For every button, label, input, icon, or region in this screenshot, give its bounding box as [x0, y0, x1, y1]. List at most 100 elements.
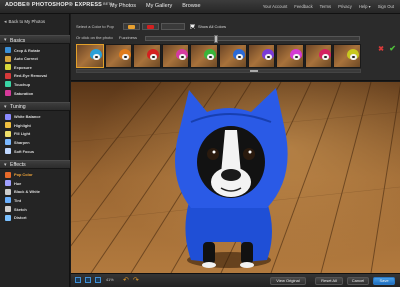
- account-links: Your Account Feedback Terms Privacy Help…: [263, 4, 394, 9]
- tool-icon: [5, 180, 11, 187]
- tool-label: Fill Light: [14, 131, 31, 137]
- tool-icon: [5, 188, 11, 195]
- tool-pop-color[interactable]: Pop Color: [5, 171, 67, 179]
- click-photo-prompt: Or click on the photo: [76, 35, 113, 40]
- color-variation-thumbnail[interactable]: [276, 44, 304, 68]
- color-variation-thumbnail[interactable]: [161, 44, 190, 68]
- save-button[interactable]: Save: [373, 277, 395, 285]
- tool-distort[interactable]: Distort: [5, 214, 67, 222]
- tool-tint[interactable]: Tint: [5, 196, 67, 204]
- nav-my-photos[interactable]: My Photos: [110, 3, 136, 9]
- color-variation-thumbnail[interactable]: [133, 44, 161, 68]
- tool-icon: [5, 206, 11, 212]
- section-title: Tuning: [10, 104, 26, 111]
- app-logo[interactable]: ADOBE® PHOTOSHOP® EXPRESSBETA: [5, 2, 113, 8]
- link-privacy[interactable]: Privacy: [338, 4, 352, 9]
- link-help[interactable]: Help ▾: [359, 4, 371, 9]
- color-variation-thumbnail[interactable]: [247, 44, 276, 68]
- zoom-in-icon[interactable]: [95, 277, 101, 283]
- tool-label: Saturation: [14, 90, 34, 96]
- tool-label: Sharpen: [14, 140, 30, 146]
- dog-photo: [71, 82, 400, 273]
- fuzziness-slider-thumb[interactable]: [213, 35, 218, 43]
- tool-icon: [5, 214, 11, 221]
- section-tuning[interactable]: ▾ Tuning: [0, 101, 70, 111]
- reset-all-button[interactable]: Reset All: [315, 277, 343, 285]
- color-variation-thumbnail[interactable]: [333, 44, 361, 68]
- tool-icon: [5, 64, 11, 71]
- redo-icon[interactable]: ↷: [133, 276, 139, 284]
- color-swatch-red[interactable]: [142, 23, 159, 30]
- color-variation-thumbnail[interactable]: [218, 44, 247, 68]
- tool-icon: [5, 130, 11, 137]
- tool-highlight[interactable]: Highlight: [5, 121, 67, 129]
- thumbnail-scrollbar[interactable]: [76, 69, 361, 73]
- tool-label: Hue: [14, 180, 22, 186]
- tool-sketch[interactable]: Sketch: [5, 205, 67, 213]
- tool-exposure[interactable]: Exposure: [5, 63, 67, 71]
- link-terms[interactable]: Terms: [320, 4, 331, 9]
- back-to-photos-link[interactable]: ◂ Back to My Photos: [4, 19, 45, 25]
- thumbnail-scrollbar-thumb[interactable]: [250, 70, 259, 72]
- apply-effect-icon[interactable]: ✔: [389, 44, 396, 53]
- tool-label: Red-Eye Removal: [14, 73, 47, 79]
- cancel-button[interactable]: Cancel: [347, 277, 369, 285]
- tool-red-eye-removal[interactable]: Red-Eye Removal: [5, 72, 67, 80]
- fuzziness-slider[interactable]: [145, 35, 360, 43]
- color-variation-thumbnail[interactable]: [104, 44, 133, 68]
- tool-icon: [5, 47, 11, 53]
- tool-auto-correct[interactable]: Auto Correct: [5, 55, 67, 63]
- nose-preview: [295, 56, 299, 58]
- color-swatch-orange[interactable]: [123, 23, 140, 30]
- nose-preview: [123, 56, 127, 58]
- tool-hue[interactable]: Hue: [5, 179, 67, 187]
- section-title: Basics: [10, 37, 26, 44]
- tool-white-balance[interactable]: White Balance: [5, 113, 67, 121]
- nav-my-gallery[interactable]: My Gallery: [146, 3, 172, 9]
- link-feedback[interactable]: Feedback: [294, 4, 312, 9]
- cancel-effect-icon[interactable]: ✖: [378, 45, 384, 53]
- zoom-level: 41%: [106, 278, 114, 282]
- color-variation-thumbnail[interactable]: [190, 44, 218, 68]
- color-variation-thumbnail[interactable]: [304, 44, 333, 68]
- section-collapse-icon: ▾: [4, 161, 7, 168]
- tool-icon: [5, 55, 11, 62]
- fit-screen-icon[interactable]: [75, 277, 81, 283]
- tool-soft-focus[interactable]: Soft Focus: [5, 147, 67, 155]
- section-basics[interactable]: ▾ Basics: [0, 35, 70, 44]
- tool-label: Tint: [14, 198, 22, 204]
- view-original-button[interactable]: View Original: [270, 277, 306, 285]
- orange-swatch: [128, 25, 135, 29]
- nose-preview: [180, 56, 184, 58]
- photo-canvas[interactable]: [71, 82, 400, 273]
- tool-label: Distort: [14, 215, 27, 221]
- nav-browse[interactable]: Browse: [182, 3, 200, 9]
- tool-icon: [5, 81, 11, 88]
- tool-saturation[interactable]: Saturation: [5, 89, 67, 97]
- tool-sharpen[interactable]: Sharpen: [5, 138, 67, 146]
- link-your-account[interactable]: Your Account: [263, 4, 288, 9]
- show-all-colors-label: Show All Colors: [198, 24, 227, 29]
- pop-color-options: Select a Color to Pop Show All Colors Or…: [71, 14, 400, 81]
- undo-icon[interactable]: ↶: [123, 276, 129, 284]
- tool-crop-rotate[interactable]: Crop & Rotate: [5, 46, 67, 54]
- tool-black-white[interactable]: Black & White: [5, 188, 67, 196]
- color-variation-thumbnail[interactable]: [76, 44, 104, 68]
- zoom-out-icon[interactable]: [85, 277, 91, 283]
- tool-touchup[interactable]: Touchup: [5, 80, 67, 88]
- color-swatch-custom[interactable]: [161, 23, 185, 30]
- tool-label: Touchup: [14, 82, 31, 88]
- show-all-colors-checkbox[interactable]: [190, 24, 195, 29]
- top-bar: ADOBE® PHOTOSHOP® EXPRESSBETA My Photos …: [0, 0, 400, 14]
- section-effects[interactable]: ▾ Effects: [0, 159, 70, 169]
- main-nav: My Photos My Gallery Browse: [110, 3, 201, 9]
- section-title: Effects: [10, 162, 26, 169]
- link-sign-out[interactable]: Sign Out: [378, 4, 394, 9]
- tool-icon: [5, 72, 11, 79]
- tool-label: Crop & Rotate: [14, 47, 41, 53]
- tool-label: Exposure: [14, 64, 32, 70]
- tool-label: Black & White: [14, 189, 40, 195]
- color-variation-thumbnails: [76, 44, 361, 68]
- select-color-prompt: Select a Color to Pop: [76, 24, 114, 29]
- tool-fill-light[interactable]: Fill Light: [5, 130, 67, 138]
